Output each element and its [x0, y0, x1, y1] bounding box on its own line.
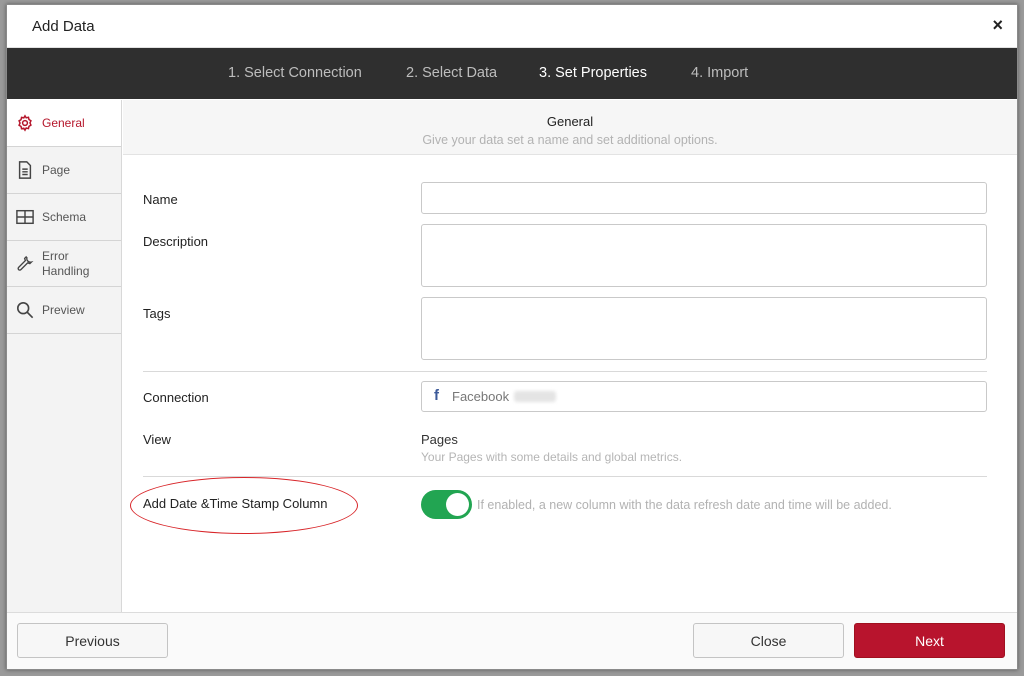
dialog-footer: Previous Close Next	[7, 612, 1017, 669]
step-select-data[interactable]: 2. Select Data	[406, 65, 497, 81]
sidebar-item-label: Page	[42, 162, 71, 177]
add-data-dialog: Add Data × 1. Select Connection 2. Selec…	[6, 4, 1018, 670]
view-value: Pages	[421, 432, 458, 447]
dialog-title: Add Data	[32, 18, 95, 35]
connection-field[interactable]: f Facebook	[421, 381, 987, 412]
sidebar-item-label: Error Handling	[42, 249, 89, 279]
section-subtitle: Give your data set a name and set additi…	[422, 133, 718, 147]
wizard-steps: 1. Select Connection 2. Select Data 3. S…	[7, 48, 1017, 99]
connection-value: Facebook	[452, 389, 510, 404]
wrench-icon	[15, 254, 35, 274]
gear-icon	[15, 113, 35, 133]
close-button[interactable]: Close	[693, 623, 844, 658]
close-icon[interactable]: ×	[992, 15, 1003, 35]
sidebar-label-line2: Handling	[42, 263, 90, 278]
tags-label: Tags	[143, 306, 171, 321]
toggle-knob	[446, 493, 469, 516]
connection-label: Connection	[143, 390, 209, 405]
timestamp-help-text: If enabled, a new column with the data r…	[477, 498, 892, 512]
sidebar-item-general[interactable]: General	[7, 100, 121, 147]
name-label: Name	[143, 192, 178, 207]
next-button[interactable]: Next	[854, 623, 1005, 658]
sidebar-item-preview[interactable]: Preview	[7, 287, 121, 334]
sidebar: General Page Schema Error Handling Previ…	[7, 100, 122, 614]
tags-field[interactable]	[421, 297, 987, 360]
general-panel: General Give your data set a name and se…	[123, 100, 1017, 614]
facebook-icon: f	[434, 387, 439, 404]
view-description: Your Pages with some details and global …	[421, 450, 683, 464]
step-select-connection[interactable]: 1. Select Connection	[228, 65, 362, 81]
redacted-account-name	[514, 391, 556, 402]
name-field[interactable]	[421, 182, 987, 214]
timestamp-label: Add Date &Time Stamp Column	[143, 496, 328, 511]
description-label: Description	[143, 234, 209, 249]
search-icon	[15, 300, 35, 320]
step-import[interactable]: 4. Import	[691, 65, 748, 81]
sidebar-item-label: General	[42, 115, 85, 130]
sidebar-item-error-handling[interactable]: Error Handling	[7, 241, 121, 287]
section-title: General	[546, 114, 594, 129]
sidebar-item-label: Schema	[42, 209, 87, 224]
sidebar-item-page[interactable]: Page	[7, 147, 121, 194]
step-set-properties[interactable]: 3. Set Properties	[539, 65, 647, 81]
document-icon	[15, 160, 35, 180]
previous-button[interactable]: Previous	[17, 623, 168, 658]
sidebar-item-schema[interactable]: Schema	[7, 194, 121, 241]
divider	[143, 371, 987, 372]
timestamp-toggle[interactable]	[421, 490, 472, 519]
dialog-titlebar: Add Data ×	[7, 5, 1017, 48]
table-icon	[15, 207, 35, 227]
section-header: General Give your data set a name and se…	[123, 100, 1017, 155]
sidebar-item-label: Preview	[42, 302, 85, 317]
sidebar-label-line1: Error	[42, 248, 69, 263]
view-label: View	[143, 432, 171, 447]
description-field[interactable]	[421, 224, 987, 287]
